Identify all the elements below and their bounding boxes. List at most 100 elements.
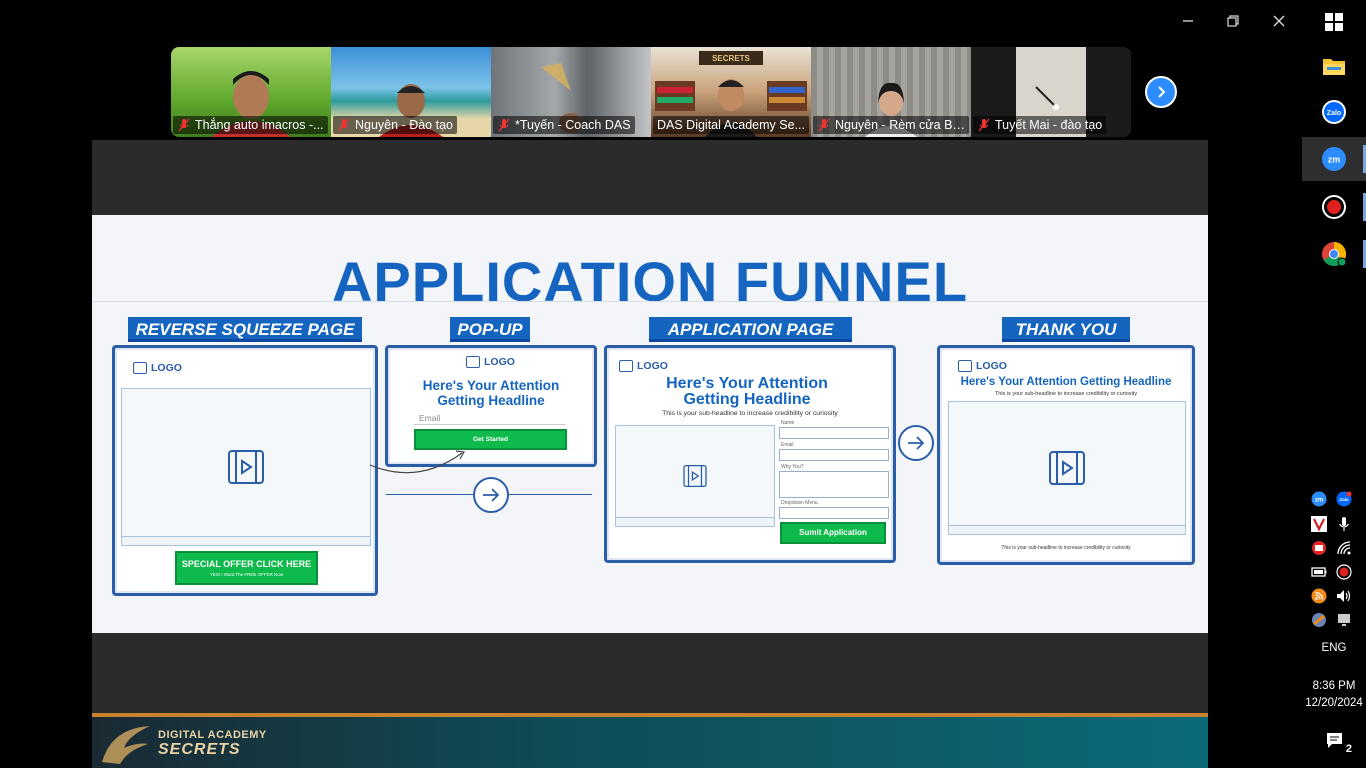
minimize-button[interactable] (1175, 8, 1201, 34)
participant-strip: Thắng auto imacros -... Nguyên - Đào tạo… (171, 47, 1131, 137)
clock-date[interactable]: 12/20/2024 (1302, 697, 1366, 709)
microphone-icon[interactable] (1335, 515, 1353, 533)
reverse-squeeze-page-mock: LOGO SPECIAL OFFER CLICK HERE YES! I Wan… (112, 345, 378, 596)
step-label-thank-you: THANK YOU (1002, 317, 1130, 342)
tray-vivaldi-icon[interactable] (1310, 515, 1328, 533)
curved-arrow-icon (369, 450, 465, 474)
tray-app-icon[interactable] (1310, 611, 1328, 629)
thank-you-footer-text: This is your sub-headline to increase cr… (1001, 545, 1131, 551)
logo: LOGO (466, 356, 515, 368)
brand-logo: DIGITAL ACADEMY SECRETS (98, 722, 267, 766)
tray-rss-icon[interactable] (1310, 587, 1328, 605)
taskbar-zoom[interactable]: zm (1302, 137, 1366, 181)
email-field: Email (414, 412, 566, 425)
step-label-reverse-squeeze: REVERSE SQUEEZE PAGE (128, 317, 362, 342)
participant-tile[interactable]: Nguyên - Đào tạo (331, 47, 491, 137)
battery-icon[interactable] (1310, 563, 1328, 581)
participant-tile[interactable]: *Tuyến - Coach DAS (491, 47, 651, 137)
svg-text:zm: zm (1315, 498, 1323, 504)
dropdown-field (779, 507, 889, 519)
taskbar: Zalo zm zm Zalo ENG 8:36 PM 12/20/2024 2 (1302, 0, 1366, 768)
svg-text:SECRETS: SECRETS (712, 54, 750, 63)
taskbar-zalo[interactable]: Zalo (1302, 90, 1366, 134)
taskbar-chrome[interactable] (1302, 232, 1366, 276)
notification-icon (1327, 733, 1342, 748)
submit-application-button: Sumit Application (780, 522, 886, 544)
chevron-right-icon (1158, 86, 1166, 98)
svg-text:Zalo: Zalo (1339, 497, 1349, 502)
participant-name: Thắng auto imacros -... (173, 116, 328, 134)
email-field (779, 449, 889, 461)
logo: LOGO (619, 360, 668, 372)
thank-you-subheadline: This is your sub-headline to increase cr… (994, 391, 1138, 397)
logo: LOGO (958, 360, 1007, 372)
application-headline: Here's Your Attention Getting Headline (666, 375, 828, 408)
name-field (779, 427, 889, 439)
language-indicator[interactable]: ENG (1302, 642, 1366, 654)
image-icon (958, 360, 972, 372)
video-placeholder (615, 425, 775, 527)
next-participants-button[interactable] (1145, 76, 1177, 108)
close-button[interactable] (1266, 8, 1292, 34)
muted-mic-icon (498, 118, 510, 132)
tray-record-icon[interactable] (1335, 563, 1353, 581)
why-you-field (779, 471, 889, 498)
video-icon (228, 450, 264, 484)
participant-name: Tuyết Mai - đào tạo (973, 116, 1107, 134)
participant-tile-active-speaker[interactable]: SECRETS DAS Digital Academy Se... (651, 47, 811, 137)
participant-tile[interactable]: Thắng auto imacros -... (171, 47, 331, 137)
video-placeholder (948, 401, 1186, 535)
video-placeholder (121, 388, 371, 546)
arrow-right-icon (908, 436, 925, 450)
participant-name: Nguyên - Rèm cửa Bli... (813, 116, 969, 134)
minimize-icon (1183, 20, 1193, 22)
muted-mic-icon (178, 118, 190, 132)
notification-button[interactable]: 2 (1324, 730, 1352, 755)
logo: LOGO (133, 362, 182, 374)
zalo-icon: Zalo (1322, 100, 1346, 124)
popup-headline: Here's Your Attention Getting Headline (422, 378, 560, 408)
file-explorer-icon (1323, 59, 1345, 75)
shared-screen: APPLICATION FUNNEL REVERSE SQUEEZE PAGE … (92, 140, 1208, 768)
arrow-right-icon (483, 488, 500, 502)
clock-time[interactable]: 8:36 PM (1302, 680, 1366, 692)
tray-zalo-icon[interactable]: Zalo (1335, 490, 1353, 508)
chrome-icon (1322, 242, 1347, 267)
windows-icon (1325, 13, 1343, 31)
image-icon (466, 356, 480, 368)
special-offer-button: SPECIAL OFFER CLICK HERE YES! I Want The… (175, 551, 318, 585)
svg-text:Zalo: Zalo (1327, 110, 1341, 117)
participant-name: Nguyên - Đào tạo (333, 116, 457, 134)
participant-tile[interactable]: Tuyết Mai - đào tạo (971, 47, 1131, 137)
svg-text:zm: zm (1328, 155, 1341, 165)
muted-mic-icon (338, 118, 350, 132)
participant-tile[interactable]: Nguyên - Rèm cửa Bli... (811, 47, 971, 137)
video-icon (1049, 451, 1085, 485)
step-label-popup: POP-UP (450, 317, 530, 342)
volume-icon[interactable] (1335, 587, 1353, 605)
desktop: Thắng auto imacros -... Nguyên - Đào tạo… (0, 0, 1366, 768)
participant-name: DAS Digital Academy Se... (653, 116, 809, 134)
slide-title: APPLICATION FUNNEL (331, 250, 969, 313)
taskbar-recorder[interactable] (1302, 185, 1366, 229)
record-icon (1322, 195, 1346, 219)
restore-button[interactable] (1220, 8, 1246, 34)
video-controls (949, 525, 1185, 534)
close-icon (1273, 15, 1285, 27)
zoom-icon: zm (1322, 147, 1346, 171)
display-icon[interactable] (1335, 611, 1353, 629)
thank-you-headline: Here's Your Attention Getting Headline (960, 376, 1172, 388)
muted-mic-icon (978, 118, 990, 132)
wifi-icon[interactable] (1335, 539, 1353, 557)
step-label-application: APPLICATION PAGE (649, 317, 852, 342)
flow-arrow (898, 425, 934, 461)
tray-app-icon[interactable] (1310, 539, 1328, 557)
start-button[interactable] (1302, 0, 1366, 44)
eagle-logo-icon (102, 726, 150, 764)
flow-arrow (473, 477, 509, 513)
tray-zoom-icon[interactable]: zm (1310, 490, 1328, 508)
participant-name: *Tuyến - Coach DAS (493, 116, 635, 134)
taskbar-file-explorer[interactable] (1302, 44, 1366, 88)
video-controls (122, 536, 370, 545)
image-icon (619, 360, 633, 372)
